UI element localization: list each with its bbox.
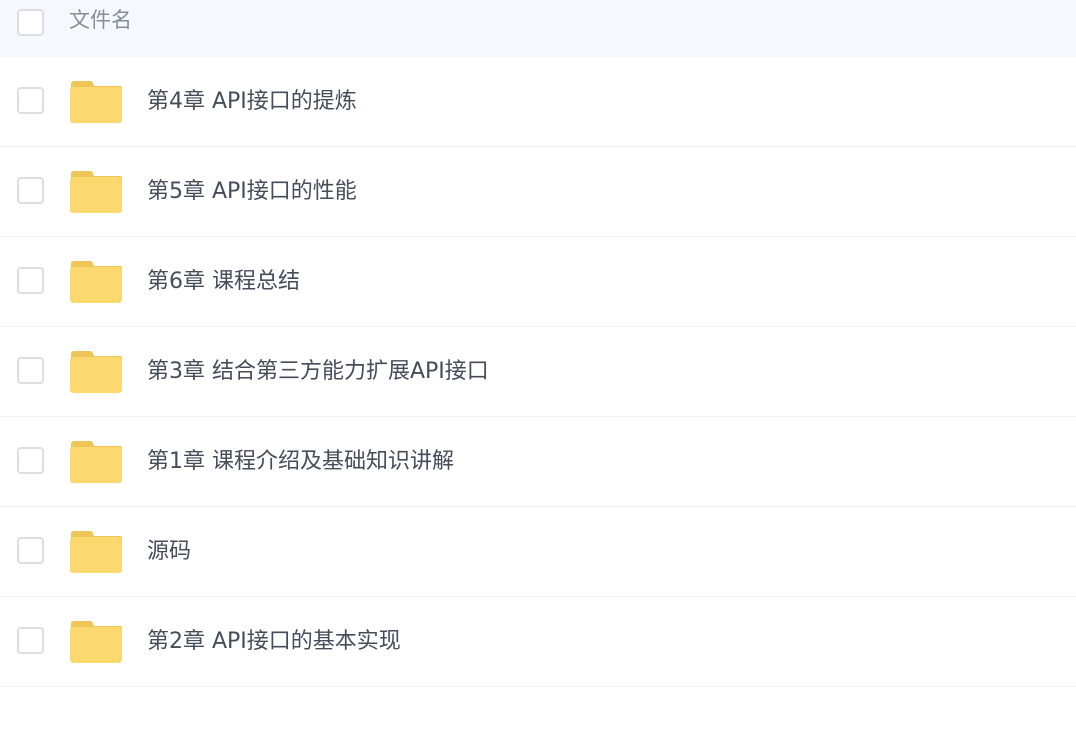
folder-icon xyxy=(70,621,122,663)
file-row[interactable]: 第5章 API接口的性能 xyxy=(0,147,1076,237)
filename-column-header[interactable]: 文件名 xyxy=(69,6,132,34)
folder-icon xyxy=(70,351,122,393)
file-name[interactable]: 第3章 结合第三方能力扩展API接口 xyxy=(147,357,489,387)
folder-icon xyxy=(70,441,122,483)
file-name[interactable]: 第2章 API接口的基本实现 xyxy=(147,627,401,657)
file-row[interactable]: 第4章 API接口的提炼 xyxy=(0,57,1076,147)
file-name[interactable]: 第6章 课程总结 xyxy=(147,267,300,297)
select-all-checkbox[interactable] xyxy=(17,9,44,36)
row-checkbox[interactable] xyxy=(17,357,44,384)
file-row[interactable]: 第6章 课程总结 xyxy=(0,237,1076,327)
file-row[interactable]: 第1章 课程介绍及基础知识讲解 xyxy=(0,417,1076,507)
row-checkbox[interactable] xyxy=(17,177,44,204)
folder-icon xyxy=(70,261,122,303)
file-name[interactable]: 源码 xyxy=(147,537,191,567)
file-list-header: 文件名 xyxy=(0,0,1076,57)
folder-icon xyxy=(70,531,122,573)
folder-icon xyxy=(70,171,122,213)
file-name[interactable]: 第5章 API接口的性能 xyxy=(147,177,357,207)
file-name[interactable]: 第1章 课程介绍及基础知识讲解 xyxy=(147,447,454,477)
row-checkbox[interactable] xyxy=(17,627,44,654)
row-checkbox[interactable] xyxy=(17,447,44,474)
row-checkbox[interactable] xyxy=(17,87,44,114)
row-checkbox[interactable] xyxy=(17,537,44,564)
file-row[interactable]: 第3章 结合第三方能力扩展API接口 xyxy=(0,327,1076,417)
row-checkbox[interactable] xyxy=(17,267,44,294)
file-name[interactable]: 第4章 API接口的提炼 xyxy=(147,87,357,117)
file-row[interactable]: 源码 xyxy=(0,507,1076,597)
folder-icon xyxy=(70,81,122,123)
file-row[interactable]: 第2章 API接口的基本实现 xyxy=(0,597,1076,687)
file-list: 文件名 第4章 API接口的提炼 第5章 API接口的性能 第6章 课程总结 第 xyxy=(0,0,1076,687)
